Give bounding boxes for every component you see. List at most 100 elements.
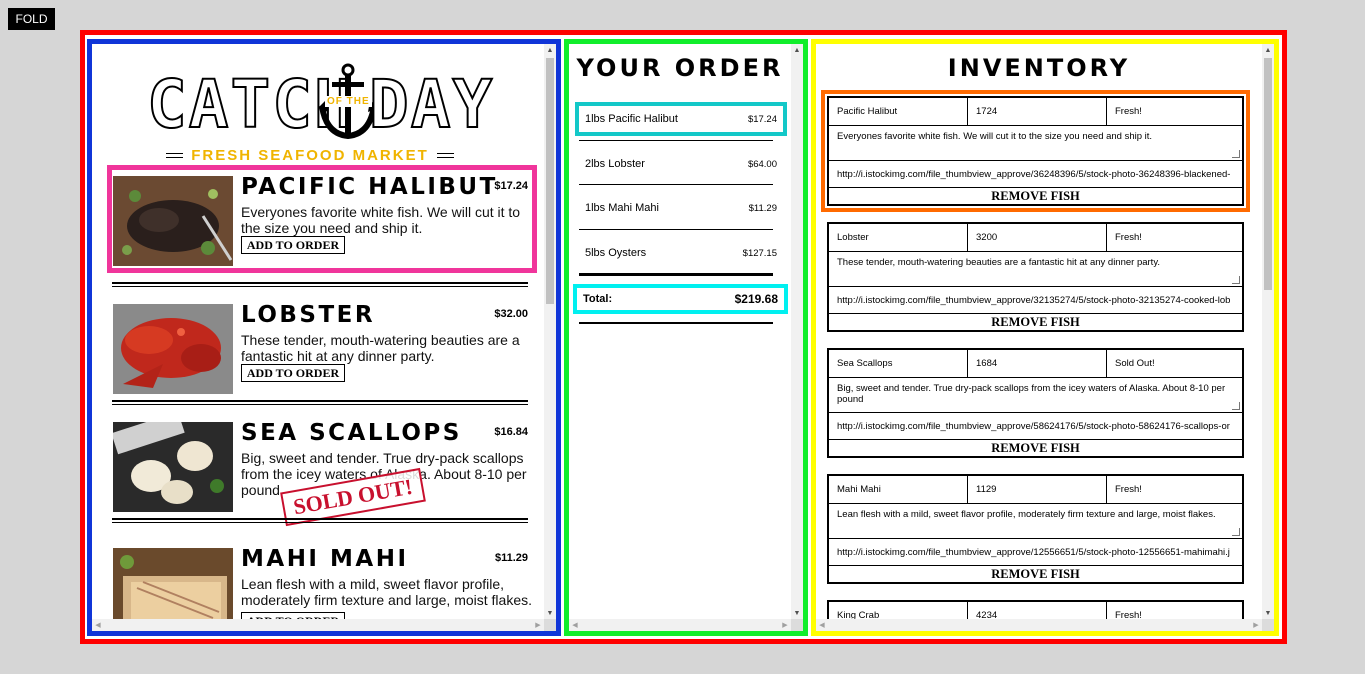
description-textarea[interactable]: Everyones favorite white fish. We will c… (829, 126, 1242, 161)
scroll-up-icon[interactable]: ▲ (791, 44, 803, 56)
tagline: FRESH SEAFOOD MARKET (191, 146, 429, 164)
image-url-field[interactable]: http://i.istockimg.com/file_thumbview_ap… (829, 287, 1242, 314)
order-total: Total: $219.68 (573, 284, 788, 314)
resize-grip-icon[interactable] (1232, 528, 1240, 536)
inventory-fields-row: Pacific Halibut 1724 Fresh! (829, 98, 1242, 126)
add-to-order-button[interactable]: ADD TO ORDER (241, 364, 345, 382)
inventory-card-sea-scallops[interactable]: Sea Scallops 1684 Sold Out! Big, sweet a… (827, 348, 1244, 458)
status-select[interactable]: Fresh! (1107, 476, 1242, 503)
description-textarea[interactable]: Lean flesh with a mild, sweet flavor pro… (829, 504, 1242, 539)
scroll-left-icon[interactable]: ◀ (569, 619, 581, 631)
remove-fish-button[interactable]: REMOVE FISH (829, 440, 1242, 456)
name-field[interactable]: Mahi Mahi (829, 476, 968, 503)
remove-fish-button[interactable]: REMOVE FISH (829, 566, 1242, 582)
remove-fish-button[interactable]: REMOVE FISH (829, 314, 1242, 330)
name-field[interactable]: Pacific Halibut (829, 98, 968, 125)
menu-divider (112, 282, 528, 287)
name-field[interactable]: Sea Scallops (829, 350, 968, 377)
scroll-up-icon[interactable]: ▲ (544, 44, 556, 56)
image-url-field[interactable]: http://i.istockimg.com/file_thumbview_ap… (829, 413, 1242, 440)
menu-item-pacific-halibut[interactable]: Pacific Halibut $17.24 Everyones favorit… (107, 165, 537, 273)
order-total-label: Total: (583, 293, 613, 305)
order-line-label: 1lbs Mahi Mahi (585, 202, 659, 214)
fish-price: $16.84 (494, 426, 528, 438)
name-field[interactable]: Lobster (829, 224, 968, 251)
order-separator (579, 273, 773, 276)
inventory-fields-row: Mahi Mahi 1129 Fresh! (829, 476, 1242, 504)
image-url-field[interactable]: http://i.istockimg.com/file_thumbview_ap… (829, 161, 1242, 188)
fish-name: Mahi Mahi (241, 546, 409, 572)
price-field[interactable]: 1724 (968, 98, 1107, 125)
scroll-left-icon[interactable]: ◀ (92, 619, 104, 631)
image-url-field[interactable]: http://i.istockimg.com/file_thumbview_ap… (829, 539, 1242, 566)
fish-description: Everyones favorite white fish. We will c… (241, 204, 521, 236)
inventory-card-pacific-halibut[interactable]: Pacific Halibut 1724 Fresh! Everyones fa… (821, 90, 1250, 212)
status-select[interactable]: Fresh! (1107, 224, 1242, 251)
order-line-price: $11.29 (748, 202, 777, 214)
remove-fish-button[interactable]: REMOVE FISH (829, 188, 1242, 204)
scroll-right-icon[interactable]: ▶ (532, 619, 544, 631)
resize-grip-icon[interactable] (1232, 276, 1240, 284)
menu-horizontal-scrollbar[interactable]: ◀ ▶ (92, 619, 544, 631)
fish-price: $11.29 (494, 552, 528, 564)
fish-description: These tender, mouth-watering beauties ar… (241, 332, 520, 364)
scroll-thumb[interactable] (546, 58, 554, 304)
description-textarea[interactable]: Big, sweet and tender. True dry-pack sca… (829, 378, 1242, 413)
scroll-down-icon[interactable]: ▼ (1262, 607, 1274, 619)
inventory-horizontal-scrollbar[interactable]: ◀ ▶ (816, 619, 1262, 631)
order-horizontal-scrollbar[interactable]: ◀ ▶ (569, 619, 791, 631)
scroll-corner (1262, 619, 1274, 631)
add-to-order-button[interactable]: ADD TO ORDER (241, 236, 345, 254)
description-textarea[interactable]: These tender, mouth-watering beauties ar… (829, 252, 1242, 287)
price-field[interactable]: 3200 (968, 224, 1107, 251)
scallops-image (113, 422, 233, 512)
fish-name: Sea Scallops (241, 420, 462, 446)
description-text: Everyones favorite white fish. We will c… (837, 131, 1153, 142)
price-field[interactable]: 1129 (968, 476, 1107, 503)
order-panel[interactable]: YOUR ORDER 1lbs Pacific Halibut $17.24 2… (564, 39, 808, 636)
description-text: Big, sweet and tender. True dry-pack sca… (837, 383, 1226, 405)
status-select[interactable]: Sold Out! (1107, 350, 1242, 377)
status-select[interactable]: Fresh! (1107, 98, 1242, 125)
inventory-title: INVENTORY (947, 54, 1131, 82)
menu-item-lobster[interactable]: Lobster $32.00 These tender, mouth-water… (112, 298, 532, 396)
inventory-vertical-scrollbar[interactable]: ▲ ▼ (1262, 44, 1274, 619)
tagline-row: FRESH SEAFOOD MARKET (166, 146, 455, 164)
scroll-down-icon[interactable]: ▼ (544, 607, 556, 619)
scroll-right-icon[interactable]: ▶ (1250, 619, 1262, 631)
scroll-up-icon[interactable]: ▲ (1262, 44, 1274, 56)
menu-vertical-scrollbar[interactable]: ▲ ▼ (544, 44, 556, 619)
menu-panel[interactable]: CATCH OF THE DAY FRESH SEAFOOD MARKET PA… (87, 39, 561, 636)
logo: CATCH OF THE DAY FRESH SEAFOOD MARKET (92, 62, 544, 164)
scroll-left-icon[interactable]: ◀ (816, 619, 828, 631)
order-line[interactable]: 1lbs Pacific Halibut $17.24 (575, 102, 787, 136)
order-line[interactable]: 2lbs Lobster $64.00 (579, 151, 783, 177)
tagline-rule-right (436, 152, 455, 158)
fold-button[interactable]: FOLD (8, 8, 55, 30)
scroll-thumb[interactable] (1264, 58, 1272, 290)
menu-item-sea-scallops[interactable]: Sea Scallops $16.84 Big, sweet and tende… (112, 416, 532, 527)
order-line-price: $17.24 (747, 113, 777, 125)
price-field[interactable]: 1684 (968, 350, 1107, 377)
tagline-rule-left (166, 152, 184, 158)
order-line[interactable]: 5lbs Oysters $127.15 (579, 240, 783, 266)
resize-grip-icon[interactable] (1232, 150, 1240, 158)
order-line-label: 2lbs Lobster (585, 158, 645, 170)
order-separator (579, 184, 773, 185)
inventory-card-mahi-mahi[interactable]: Mahi Mahi 1129 Fresh! Lean flesh with a … (827, 474, 1244, 584)
menu-divider (112, 400, 528, 405)
order-separator (579, 322, 773, 324)
order-line-label: 1lbs Pacific Halibut (585, 113, 678, 125)
scroll-right-icon[interactable]: ▶ (779, 619, 791, 631)
order-line[interactable]: 1lbs Mahi Mahi $11.29 (579, 195, 783, 221)
resize-grip-icon[interactable] (1232, 402, 1240, 410)
scroll-down-icon[interactable]: ▼ (791, 607, 803, 619)
inventory-card-lobster[interactable]: Lobster 3200 Fresh! These tender, mouth-… (827, 222, 1244, 332)
scroll-corner (791, 619, 803, 631)
fish-name: Pacific Halibut (241, 174, 498, 200)
app-frame: CATCH OF THE DAY FRESH SEAFOOD MARKET PA… (80, 30, 1287, 644)
scroll-corner (544, 619, 556, 631)
order-vertical-scrollbar[interactable]: ▲ ▼ (791, 44, 803, 619)
description-text: Lean flesh with a mild, sweet flavor pro… (837, 509, 1216, 520)
inventory-panel[interactable]: INVENTORY Pacific Halibut 1724 Fresh! Ev… (811, 39, 1279, 636)
